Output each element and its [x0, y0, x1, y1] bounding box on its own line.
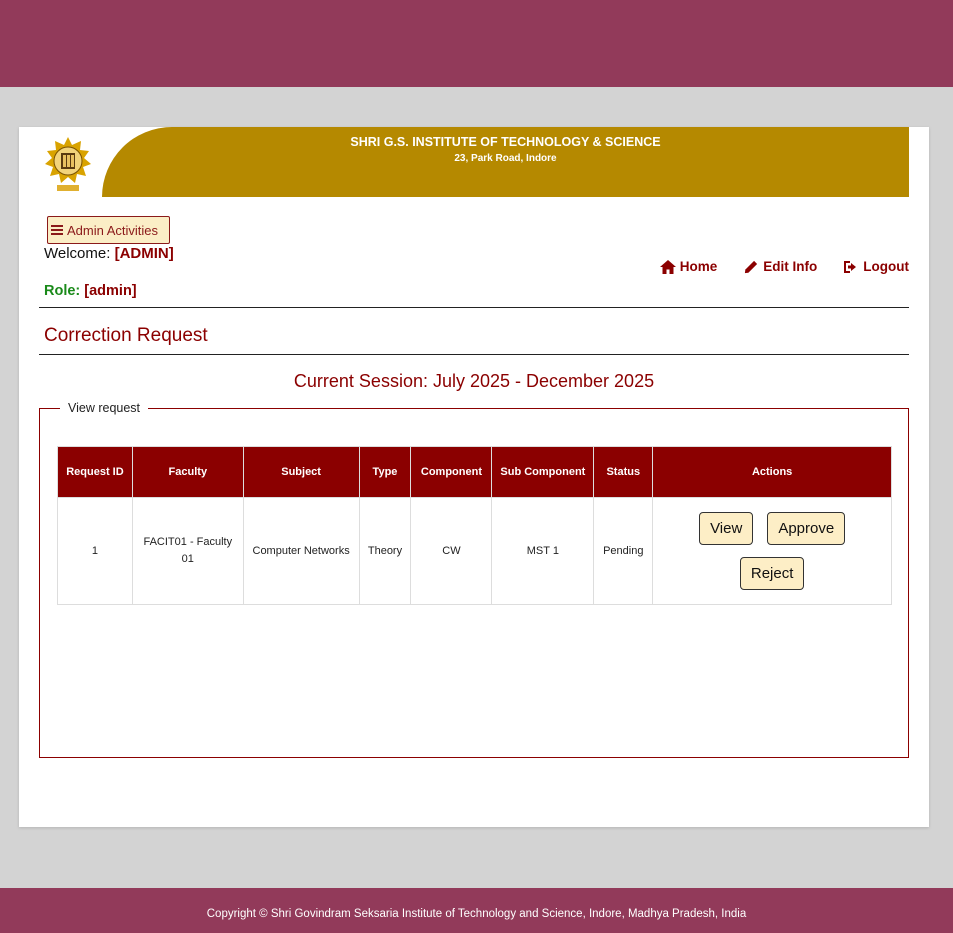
role-label: Role: [44, 283, 81, 299]
home-label: Home [679, 259, 718, 274]
faculty-cell: FACIT01 - Faculty 01 [131, 497, 244, 605]
top-nav: Home Edit Info Logout [659, 259, 909, 274]
admin-activities-label: Admin Activities [67, 222, 159, 238]
column-header: Subject [242, 446, 360, 498]
institute-name: SHRI G.S. INSTITUTE OF TECHNOLOGY & SCIE… [350, 135, 661, 149]
logout-label: Logout [863, 259, 909, 274]
pencil-icon [745, 260, 758, 273]
column-header: Status [593, 446, 654, 498]
main-card: SHRI G.S. INSTITUTE OF TECHNOLOGY & SCIE… [19, 127, 929, 827]
logout-link[interactable]: Logout [843, 259, 909, 274]
admin-activities-button[interactable]: Admin Activities [47, 216, 170, 244]
logout-icon [844, 260, 857, 273]
home-link[interactable]: Home [659, 259, 718, 274]
column-header: Sub Component [491, 446, 595, 498]
column-header: Component [410, 446, 493, 498]
home-icon [659, 259, 676, 274]
divider [39, 307, 909, 308]
role-text: Role: [admin] [44, 283, 137, 299]
divider [39, 354, 909, 355]
column-header: Request ID [57, 446, 133, 498]
actions-cell: View Approve Reject [652, 497, 892, 605]
component-cell: CW [410, 497, 493, 605]
edit-info-label: Edit Info [763, 259, 818, 274]
role-value: [admin] [84, 283, 137, 299]
current-session: Current Session: July 2025 - December 20… [293, 371, 655, 391]
sub-component-cell: MST 1 [491, 497, 595, 605]
subject-cell: Computer Networks [242, 497, 360, 605]
welcome-name: [ADMIN] [114, 245, 174, 262]
table-header-row: Request ID Faculty Subject Type Componen… [57, 446, 892, 498]
table-row: 1 FACIT01 - Faculty 01 Computer Networks… [57, 497, 892, 605]
status-cell: Pending [593, 497, 654, 605]
welcome-text: Welcome: [ADMIN] [44, 245, 174, 262]
approve-button[interactable]: Approve [767, 512, 846, 545]
type-cell: Theory [358, 497, 412, 605]
request-id-cell: 1 [57, 497, 133, 605]
column-header: Type [358, 446, 412, 498]
correction-request-table: Request ID Faculty Subject Type Componen… [57, 446, 892, 605]
page-title: Correction Request [44, 325, 208, 346]
top-band [0, 0, 953, 87]
column-header: Actions [652, 446, 892, 498]
institute-address: 23, Park Road, Indore [454, 153, 557, 164]
welcome-label: Welcome: [44, 245, 111, 262]
column-header: Faculty [131, 446, 244, 498]
view-button[interactable]: View [699, 512, 754, 545]
footer: Copyright © Shri Govindram Seksaria Inst… [0, 888, 953, 933]
institute-seal-icon [37, 131, 99, 195]
view-request-fieldset: View request Request ID Faculty Subject … [39, 401, 909, 758]
reject-button[interactable]: Reject [739, 557, 805, 590]
hamburger-icon [51, 225, 63, 235]
edit-info-link[interactable]: Edit Info [743, 259, 817, 274]
fieldset-legend: View request [60, 401, 149, 415]
institute-banner: SHRI G.S. INSTITUTE OF TECHNOLOGY & SCIE… [102, 127, 909, 197]
